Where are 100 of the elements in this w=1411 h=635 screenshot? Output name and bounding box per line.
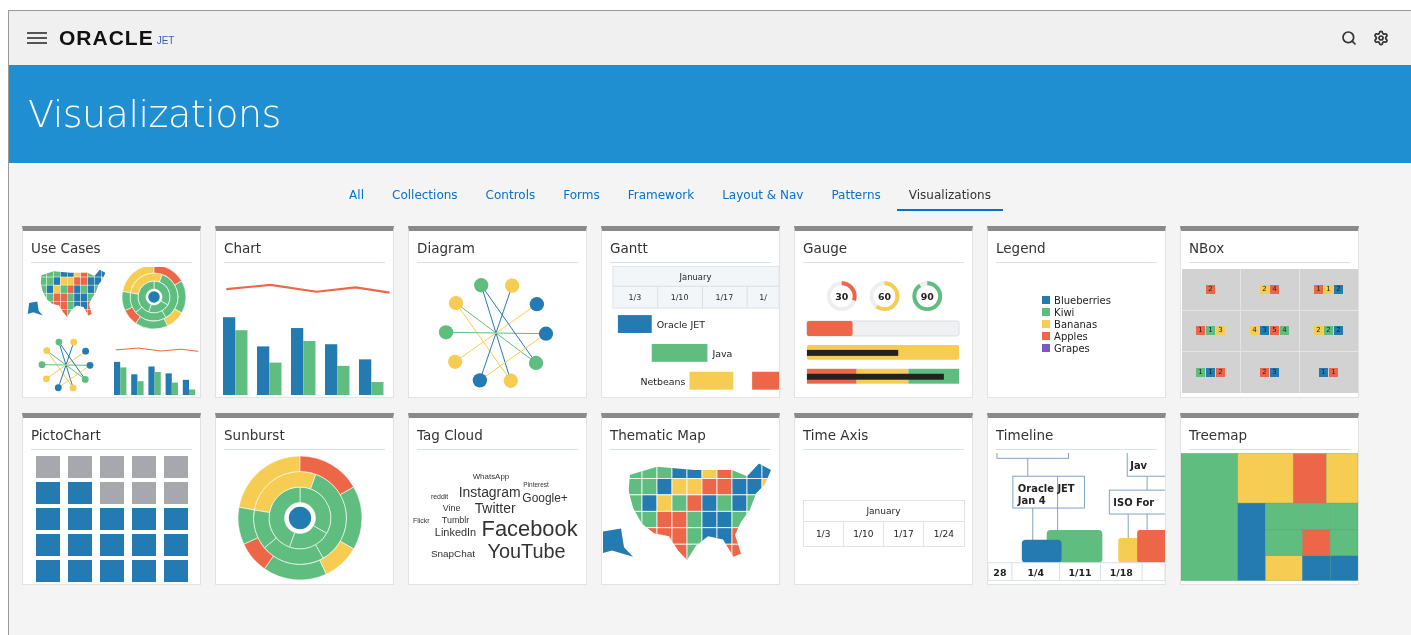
tag-word: WhatsApp (472, 472, 510, 482)
demo-card[interactable]: Timeline Jav Oracle JET Jan 4 ISO For 28 1/4 1/11 1/18 (987, 413, 1166, 585)
demo-card[interactable]: Legend Blueberries Kiwi Bananas Apples Grapes (987, 226, 1166, 398)
tag-word: Vine (442, 503, 461, 514)
tab[interactable]: Patterns (819, 185, 893, 211)
date-label: 1/17 (715, 293, 734, 303)
product-name: JET (156, 34, 175, 46)
picto-square (35, 456, 60, 478)
task-label: Oracle JET (656, 319, 705, 330)
task-label: Netbeans (640, 375, 686, 387)
picto-square (131, 482, 156, 504)
gauge-value: 30 (835, 290, 849, 302)
date-cell: 1/24 (923, 521, 964, 546)
card-title: Diagram (417, 231, 578, 263)
tab[interactable]: All (337, 185, 376, 211)
legend-label: Kiwi (1054, 306, 1075, 318)
event-title: Jav (1130, 460, 1148, 472)
date-label: 1/ (759, 293, 767, 303)
picto-square (99, 560, 124, 582)
settings-icon[interactable] (1373, 30, 1389, 46)
demo-card[interactable]: Gantt January 1/3 1/10 1/17 1/ Oracle JET Java Netbeans (601, 226, 780, 398)
tag-word: Twitter (474, 500, 516, 517)
search-icon[interactable] (1341, 30, 1357, 46)
card-title: Chart (224, 231, 385, 263)
tag-word: YouTube (487, 539, 566, 562)
demo-card[interactable]: Diagram (408, 226, 587, 398)
date-cell: 1/10 (842, 521, 883, 546)
picto-square (163, 560, 188, 582)
tab[interactable]: Visualizations (896, 185, 1003, 211)
timeline-bar (1021, 539, 1062, 563)
demo-card[interactable]: Sunburst (215, 413, 394, 585)
picto-square (163, 456, 188, 478)
legend-label: Grapes (1054, 342, 1090, 354)
demo-card[interactable]: Gauge 30 60 90 (794, 226, 973, 398)
event-title: ISO For (1113, 497, 1155, 509)
picto-square (163, 482, 188, 504)
axis-label: 1/18 (1109, 566, 1133, 578)
picto-square (67, 456, 92, 478)
demo-card[interactable]: Treemap (1180, 413, 1359, 585)
menu-icon[interactable] (27, 31, 47, 45)
picto-square (131, 534, 156, 556)
chart-bar (290, 328, 303, 395)
month-label: January (679, 272, 712, 283)
gauge-ring (869, 281, 900, 312)
picto-square (131, 508, 156, 530)
gauge-value: 90 (920, 290, 934, 302)
month-label: January (803, 500, 964, 522)
picto-square (163, 508, 188, 530)
card-title: Gauge (803, 231, 964, 263)
picto-square (99, 482, 124, 504)
gauge-ring (912, 281, 943, 312)
gauge-value: 60 (877, 290, 892, 302)
card-title: Use Cases (31, 231, 192, 263)
tag-word: Instagram (458, 484, 521, 501)
demo-card[interactable]: Chart (215, 226, 394, 398)
date-label: 1/3 (628, 293, 642, 303)
timeline-bar (1137, 529, 1165, 563)
date-cell: 1/17 (883, 521, 924, 546)
tab[interactable]: Controls (473, 185, 548, 211)
logo: ORACLE (59, 26, 154, 50)
demo-card[interactable]: Thematic Map (601, 413, 780, 585)
date-label: 1/10 (670, 293, 689, 303)
demo-card[interactable]: Time Axis January 1/3 1/10 1/17 1/24 (794, 413, 973, 585)
picto-square (131, 560, 156, 582)
card-title: Thematic Map (610, 418, 771, 450)
card-title: Tag Cloud (417, 418, 578, 450)
tab[interactable]: Framework (615, 185, 707, 211)
card-title: Legend (996, 231, 1157, 263)
axis-label: 1/4 (1027, 566, 1045, 578)
tag-word: LinkedIn (434, 525, 477, 538)
page-title: Visualizations (28, 92, 281, 136)
tab[interactable]: Collections (380, 185, 470, 211)
picto-square (67, 560, 92, 582)
legend-label: Apples (1054, 330, 1088, 342)
picto-square (67, 508, 92, 530)
event-date: Jan 4 (1017, 495, 1046, 507)
card-title: Time Axis (803, 418, 964, 450)
date-cell-text: 1/3 (814, 527, 832, 541)
gauge-ring (826, 281, 857, 312)
tab[interactable]: Forms (551, 185, 612, 211)
legend-label: Blueberries (1054, 294, 1111, 306)
card-title: Treemap (1189, 418, 1350, 450)
card-title: NBox (1189, 231, 1350, 263)
tab[interactable]: Layout & Nav (710, 185, 816, 211)
picto-square (99, 456, 124, 478)
card-title: Timeline (996, 418, 1157, 450)
tag-word: Tumblr (441, 514, 470, 525)
card-title: PictoChart (31, 418, 192, 450)
axis-label: 28 (993, 566, 1007, 578)
picto-square (67, 482, 92, 504)
picto-square (67, 534, 92, 556)
event-title: Oracle JET (1017, 483, 1075, 495)
picto-square (35, 534, 60, 556)
picto-square (99, 534, 124, 556)
picto-square (131, 456, 156, 478)
picto-square (35, 560, 60, 582)
card-title: Sunburst (224, 418, 385, 450)
demo-card[interactable]: PictoChart (22, 413, 201, 585)
demo-card[interactable]: Use Cases (22, 226, 201, 398)
legend-label: Bananas (1054, 318, 1098, 330)
